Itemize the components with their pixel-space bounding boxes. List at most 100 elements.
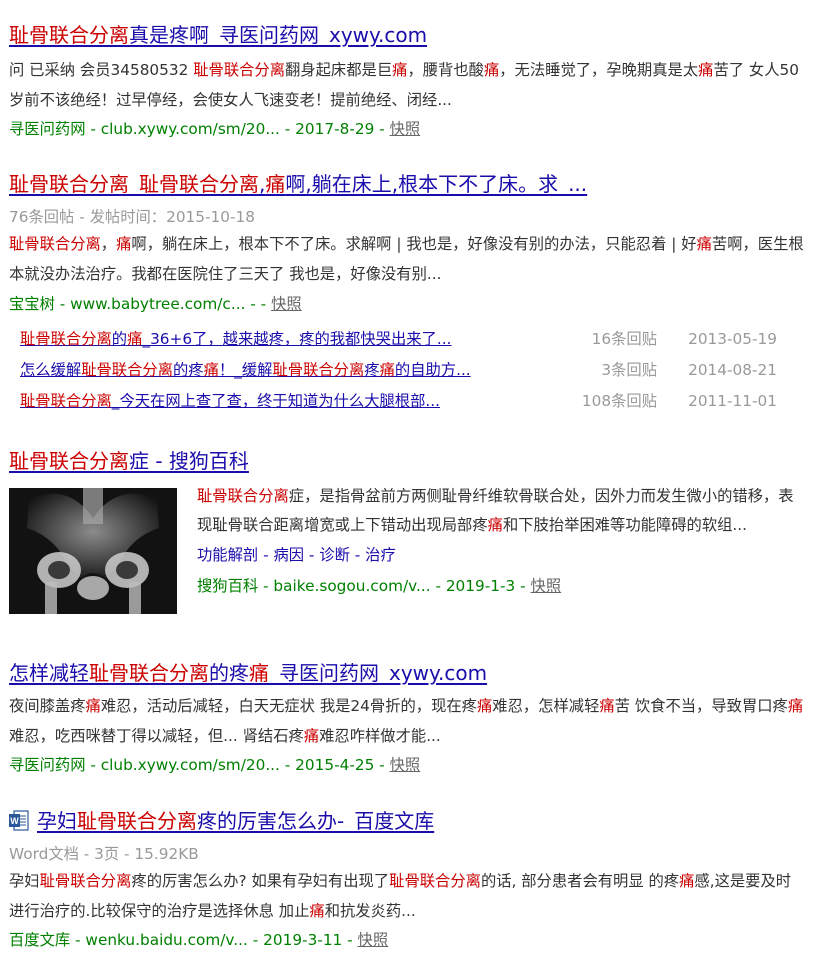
search-result-4: 怎样减轻耻骨联合分离的疼痛_寻医问药网_xywy.com 夜间膝盖疼痛难忍，活动… xyxy=(9,660,805,776)
snippet-text: _36+6了，越来越疼，疼的我都快哭出来了... xyxy=(142,330,452,348)
snippet-text: 问 已采纳 会员34580532 xyxy=(9,61,194,79)
keyword-highlight: 耻骨联合分离 xyxy=(389,872,481,890)
thread-link[interactable]: 耻骨联合分离的痛_36+6了，越来越疼，疼的我都快哭出来了... xyxy=(20,330,451,348)
snippet-text: 的自助方... xyxy=(394,361,471,379)
thread-row-3: 耻骨联合分离_今天在网上查了查，终于知道为什么大腿根部... 108条回贴 20… xyxy=(20,386,777,417)
svg-text:W: W xyxy=(10,816,19,826)
snapshot-link[interactable]: 快照 xyxy=(390,120,421,138)
keyword-highlight: 痛 xyxy=(599,697,615,715)
keyword-highlight: 痛 xyxy=(696,235,712,253)
keyword-highlight: 痛 xyxy=(698,61,714,79)
keyword-highlight: 痛 xyxy=(116,235,132,253)
link-treatment[interactable]: 治疗 xyxy=(365,546,396,564)
snapshot-link[interactable]: 快照 xyxy=(390,756,421,774)
snippet-text: 和抗发炎药... xyxy=(324,902,416,920)
result-title[interactable]: 耻骨联合分离症 - 搜狗百科 xyxy=(9,448,805,474)
snippet-text: 和下肢抬举困难等功能障碍的软组... xyxy=(502,516,748,534)
snippet-text: 难忍，活动后减轻，白天无症状 我是24骨折的，现在疼 xyxy=(100,697,477,715)
title-text: 的疼 xyxy=(209,661,249,685)
keyword-highlight: 耻骨联合分离 xyxy=(9,235,101,253)
keyword-highlight: 痛 xyxy=(379,361,395,379)
snippet-text: 的 xyxy=(111,330,128,348)
cite-url: 百度文库 - wenku.baidu.com/v... - 2019-3-11 … xyxy=(9,931,358,949)
thread-date: 2011-11-01 xyxy=(688,392,777,410)
cite-url: 寻医问药网 - club.xywy.com/sm/20... - 2015-4-… xyxy=(9,756,390,774)
snippet-text: 难忍咋样做才能... xyxy=(319,727,441,745)
thread-link[interactable]: 怎么缓解耻骨联合分离的疼痛！_缓解耻骨联合分离疼痛的自助方... xyxy=(20,361,471,379)
link-anatomy[interactable]: 功能解剖 xyxy=(197,546,258,564)
title-text: _ xyxy=(129,172,139,196)
search-result-3: 耻骨联合分离症 - 搜狗百科 耻骨联合分离症，是指骨盆前方两侧耻骨纤维软骨联合处… xyxy=(9,448,805,628)
title-keyword: 耻骨联合分离 xyxy=(9,449,129,473)
keyword-highlight: 耻骨联合分离 xyxy=(20,392,112,410)
snippet-text: ，无法睡觉了，孕晚期真是太 xyxy=(499,61,699,79)
result-cite: 寻医问药网 - club.xywy.com/sm/20... - 2017-8-… xyxy=(9,118,805,140)
snippet-text: ， xyxy=(100,235,117,253)
pelvis-xray-image xyxy=(9,488,177,614)
result-title[interactable]: 耻骨联合分离真是疼啊_寻医问药网_xywy.com xyxy=(9,22,805,48)
keyword-highlight: 痛 xyxy=(787,697,804,715)
keyword-highlight: 痛 xyxy=(476,697,493,715)
title-keyword: 耻骨联合分离 xyxy=(9,23,129,47)
search-result-2: 耻骨联合分离_耻骨联合分离,痛啊,躺在床上,根本下不了床。求_... 76条回帖… xyxy=(9,171,805,315)
result-snippet: 孕妇耻骨联合分离疼的厉害怎么办? 如果有孕妇有出现了耻骨联合分离的话, 部分患者… xyxy=(9,866,805,926)
title-text: 啊,躺在床上,根本下不了床。求_... xyxy=(285,172,588,196)
keyword-highlight: 痛 xyxy=(487,516,503,534)
title-text: 症 - 搜狗百科 xyxy=(129,449,249,473)
xray-thumbnail[interactable] xyxy=(9,488,177,614)
cite-url: 宝宝树 - www.babytree.com/c... - - xyxy=(9,295,272,313)
result-cite: 搜狗百科 - baike.sogou.com/v... - 2019-1-3 -… xyxy=(197,575,805,597)
result-snippet: 耻骨联合分离症，是指骨盆前方两侧耻骨纤维软骨联合处，因外力而发生微小的错移，表现… xyxy=(197,482,805,540)
result-title[interactable]: 怎样减轻耻骨联合分离的疼痛_寻医问药网_xywy.com xyxy=(9,660,805,686)
result-title[interactable]: W 孕妇耻骨联合分离疼的厉害怎么办-_百度文库 xyxy=(9,808,805,834)
title-text: 真是疼啊_寻医问药网_xywy.com xyxy=(129,23,428,47)
keyword-highlight: 痛 xyxy=(303,727,320,745)
title-keyword: 耻骨联合分离 xyxy=(89,661,209,685)
keyword-highlight: 痛 xyxy=(679,872,695,890)
result-cite: 宝宝树 - www.babytree.com/c... - - 快照 xyxy=(9,293,805,315)
snippet-text: 夜间膝盖疼 xyxy=(9,697,86,715)
keyword-highlight: 痛 xyxy=(392,61,408,79)
snippet-text: 难忍，怎样减轻 xyxy=(492,697,600,715)
title-keyword: 痛 xyxy=(265,172,286,196)
keyword-highlight: 痛 xyxy=(483,61,500,79)
snapshot-link[interactable]: 快照 xyxy=(358,931,389,949)
reply-count: 3条回贴 xyxy=(601,361,657,379)
section-links: 功能解剖 - 病因 - 诊断 - 治疗 xyxy=(197,546,396,564)
link-cause[interactable]: 病因 xyxy=(273,546,304,564)
title-keyword: 耻骨联合分离 xyxy=(139,172,259,196)
result-snippet: 夜间膝盖疼痛难忍，活动后减轻，白天无症状 我是24骨折的，现在疼痛难忍，怎样减轻… xyxy=(9,691,805,751)
thread-date: 2014-08-21 xyxy=(688,361,777,379)
title-keyword: 痛 xyxy=(249,661,269,685)
link-diagnosis[interactable]: 诊断 xyxy=(319,546,350,564)
snippet-text: 疼的厉害怎么办? 如果有孕妇有出现了 xyxy=(131,872,390,890)
snippet-text: _今天在网上查了查，终于知道为什么大腿根部... xyxy=(111,392,440,410)
title-text: 孕妇 xyxy=(37,809,77,833)
snippet-text: 怎么缓解 xyxy=(20,361,82,379)
keyword-highlight: 耻骨联合分离 xyxy=(39,872,132,890)
search-result-5: W 孕妇耻骨联合分离疼的厉害怎么办-_百度文库 Word文档 - 3页 - 15… xyxy=(9,808,805,951)
result-snippet: 耻骨联合分离，痛啊，躺在床上，根本下不了床。求解啊 | 我也是，好像没有别的办法… xyxy=(9,229,805,289)
title-text: _寻医问药网_xywy.com xyxy=(269,661,488,685)
thread-date: 2013-05-19 xyxy=(688,330,777,348)
keyword-highlight: 耻骨联合分离 xyxy=(272,361,365,379)
keyword-highlight: 耻骨联合分离 xyxy=(20,330,112,348)
snippet-text: 的话, 部分患者会有明显 的疼 xyxy=(480,872,680,890)
keyword-highlight: 痛 xyxy=(309,902,325,920)
snippet-text: 苦 饮食不当，导致胃口疼 xyxy=(614,697,788,715)
baike-text: 耻骨联合分离症，是指骨盆前方两侧耻骨纤维软骨联合处，因外力而发生微小的错移，表现… xyxy=(197,482,805,597)
keyword-highlight: 痛 xyxy=(85,697,101,715)
search-result-1: 耻骨联合分离真是疼啊_寻医问药网_xywy.com 问 已采纳 会员345805… xyxy=(9,22,805,140)
snippet-text: 啊，躺在床上，根本下不了床。求解啊 | 我也是，好像没有别的办法，只能忍着 | … xyxy=(131,235,697,253)
snapshot-link[interactable]: 快照 xyxy=(531,577,562,595)
snippet-text: 孕妇 xyxy=(9,872,40,890)
snippet-text: 的疼 xyxy=(173,361,204,379)
word-doc-icon: W xyxy=(9,810,29,832)
snippet-text: 翻身起床都是巨 xyxy=(285,61,393,79)
result-snippet: 问 已采纳 会员34580532 耻骨联合分离翻身起床都是巨痛，腰背也酸痛，无法… xyxy=(9,55,805,115)
thread-link[interactable]: 耻骨联合分离_今天在网上查了查，终于知道为什么大腿根部... xyxy=(20,392,440,410)
title-keyword: 耻骨联合分离 xyxy=(9,172,129,196)
keyword-highlight: 耻骨联合分离 xyxy=(81,361,173,379)
result-title[interactable]: 耻骨联合分离_耻骨联合分离,痛啊,躺在床上,根本下不了床。求_... xyxy=(9,171,805,197)
snapshot-link[interactable]: 快照 xyxy=(271,295,302,313)
